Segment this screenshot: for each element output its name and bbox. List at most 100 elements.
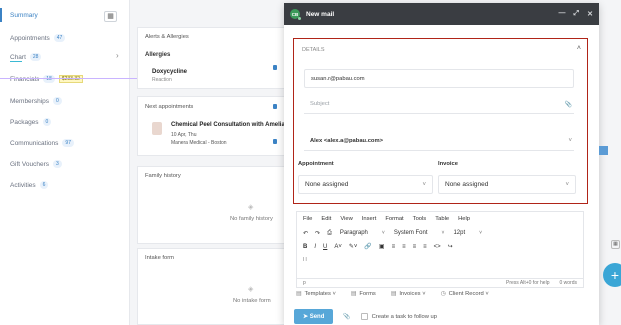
modal-title: New mail — [306, 10, 335, 18]
bold-icon[interactable]: B — [303, 244, 307, 250]
menu-help[interactable]: Help — [458, 216, 470, 222]
count-badge: 18 — [43, 75, 55, 83]
follow-up-checkbox[interactable]: Create a task to follow up — [360, 312, 437, 320]
redo-icon[interactable]: ↷ — [315, 230, 320, 237]
empty-state-text: No intake form — [233, 298, 271, 304]
side-panel-tab[interactable] — [599, 146, 608, 155]
appointment-date: 10 Apr, Thu — [171, 132, 197, 138]
menu-file[interactable]: File — [303, 216, 312, 222]
menu-edit[interactable]: Edit — [321, 216, 331, 222]
card-title: Next appointments — [145, 104, 194, 110]
subject-placeholder: Subject — [310, 101, 330, 107]
more-icon[interactable] — [273, 139, 277, 144]
align-right-icon[interactable]: ≡ — [413, 244, 417, 250]
active-indicator — [0, 8, 2, 22]
print-icon[interactable]: ⎙ — [327, 230, 332, 237]
sidebar-item-appointments[interactable]: Appointments 47 — [10, 34, 66, 42]
sidebar-item-communications[interactable]: Communications 97 — [10, 139, 74, 147]
templates-button[interactable]: ▤ Templates ˅ — [296, 291, 336, 297]
new-mail-modal: CB New mail — ⤢ ✕ DETAILS ˄ susan.r@paba… — [284, 3, 599, 325]
sidebar-item-packages[interactable]: Packages 0 — [10, 118, 52, 126]
from-value: Alex <alex.a@pabau.com> — [310, 138, 383, 144]
sidebar-item-financials[interactable]: Financials 18 $233.32 — [10, 75, 83, 83]
help-hint: Press Alt+0 for help — [505, 280, 550, 286]
card-title: Family history — [145, 173, 181, 179]
count-badge: 0 — [42, 118, 52, 126]
chevron-down-icon: ˅ — [422, 181, 426, 188]
menu-format[interactable]: Format — [385, 216, 403, 222]
chevron-right-icon[interactable]: › — [116, 51, 119, 60]
minimize-icon[interactable]: — — [559, 10, 566, 18]
sidebar-item-activities[interactable]: Activities 6 — [10, 181, 49, 189]
add-fab-button[interactable]: + — [603, 263, 621, 287]
send-button[interactable]: ➤ Send — [294, 309, 334, 324]
count-badge: 97 — [62, 139, 74, 147]
chevron-down-icon[interactable]: ˅ — [568, 138, 572, 144]
underline-icon[interactable]: U — [323, 244, 327, 250]
sidebar-item-summary[interactable]: Summary — [10, 12, 38, 19]
more-icon[interactable] — [273, 104, 277, 109]
undo-icon[interactable]: ↶ — [303, 230, 308, 237]
menu-tools[interactable]: Tools — [413, 216, 427, 222]
menu-view[interactable]: View — [340, 216, 352, 222]
to-field[interactable]: susan.r@pabau.com — [304, 69, 574, 88]
forms-button[interactable]: ▤ Forms — [351, 291, 376, 297]
empty-state-text: No family history — [230, 216, 273, 222]
client-record-button[interactable]: ◷ Client Record ˅ — [441, 291, 489, 297]
menu-insert[interactable]: Insert — [362, 216, 377, 222]
template-icon: ▤ — [296, 291, 302, 297]
image-icon[interactable]: ▣ — [379, 243, 385, 250]
expand-icon[interactable]: ⤢ — [574, 10, 580, 18]
font-size-select[interactable]: 12pt ˅ — [452, 229, 483, 237]
align-justify-icon[interactable]: ≡ — [423, 244, 427, 250]
forms-label: Forms — [359, 291, 376, 297]
appointment-value: None assigned — [305, 181, 349, 188]
chevron-down-icon: ˅ — [381, 230, 385, 236]
appointment-title[interactable]: Chemical Peel Consultation with Amelia H — [171, 122, 291, 128]
close-icon[interactable]: ✕ — [587, 10, 593, 18]
forms-icon: ▤ — [350, 291, 357, 297]
link-icon[interactable]: 🔗 — [364, 243, 371, 250]
sidebar-item-chart[interactable]: Chart 28 — [10, 53, 42, 61]
font-select[interactable]: System Font ˅ — [393, 229, 446, 237]
invoices-button[interactable]: ▤ Invoices ˅ — [391, 291, 426, 297]
grid-view-icon[interactable]: ▦ — [104, 11, 117, 22]
invoice-icon: ▤ — [390, 291, 397, 297]
sidebar-item-label: Memberships — [10, 97, 50, 105]
sidebar-item-memberships[interactable]: Memberships 0 — [10, 97, 62, 105]
sidebar-item-label: Summary — [10, 12, 38, 19]
checkbox-box — [360, 312, 368, 320]
count-badge: 6 — [39, 181, 49, 189]
more-tools-icon[interactable]: ∷ — [303, 256, 307, 263]
template-icon[interactable]: ↪ — [448, 243, 453, 250]
calendar-icon[interactable]: ▦ — [611, 240, 620, 249]
highlight-icon[interactable]: ✎˅ — [349, 243, 358, 250]
align-left-icon[interactable]: ≡ — [392, 244, 396, 250]
appointment-select[interactable]: None assigned ˅ — [298, 175, 433, 194]
sidebar-item-gift-vouchers[interactable]: Gift Vouchers 3 — [10, 160, 62, 168]
font-size-value: 12pt — [453, 230, 466, 236]
element-path: p — [303, 280, 306, 286]
code-icon[interactable]: <> — [434, 244, 441, 250]
from-field[interactable]: Alex <alex.a@pabau.com> ˅ — [304, 132, 574, 151]
italic-icon[interactable]: I — [314, 244, 316, 250]
sidebar-item-label: Packages — [10, 118, 39, 126]
sidebar-item-label: Communications — [10, 139, 59, 147]
editor-toolbar-row-2: B I U A˅ ✎˅ 🔗 ▣ ≡ ≡ ≡ ≡ <> ↪ — [297, 240, 583, 253]
editor-toolbar-row-3: ∷ — [297, 253, 583, 266]
paragraph-select[interactable]: Paragraph ˅ — [339, 229, 386, 237]
subject-field[interactable]: Subject 📎 — [304, 95, 574, 114]
allergy-note: Reaction — [152, 77, 172, 83]
attachment-icon[interactable]: 📎 — [343, 314, 350, 320]
chevron-up-icon[interactable]: ˄ — [577, 45, 581, 52]
empty-state-icon: ◈ — [248, 204, 254, 211]
align-center-icon[interactable]: ≡ — [402, 244, 406, 250]
invoice-select[interactable]: None assigned ˅ — [438, 175, 576, 194]
more-icon[interactable] — [273, 65, 277, 70]
menu-table[interactable]: Table — [435, 216, 449, 222]
clock-icon: ◷ — [440, 291, 446, 297]
editor-statusbar: p Press Alt+0 for help 0 words — [297, 278, 583, 287]
attachment-icon[interactable]: 📎 — [565, 101, 572, 108]
templates-label: Templates — [304, 291, 331, 297]
text-color-icon[interactable]: A˅ — [334, 244, 342, 250]
